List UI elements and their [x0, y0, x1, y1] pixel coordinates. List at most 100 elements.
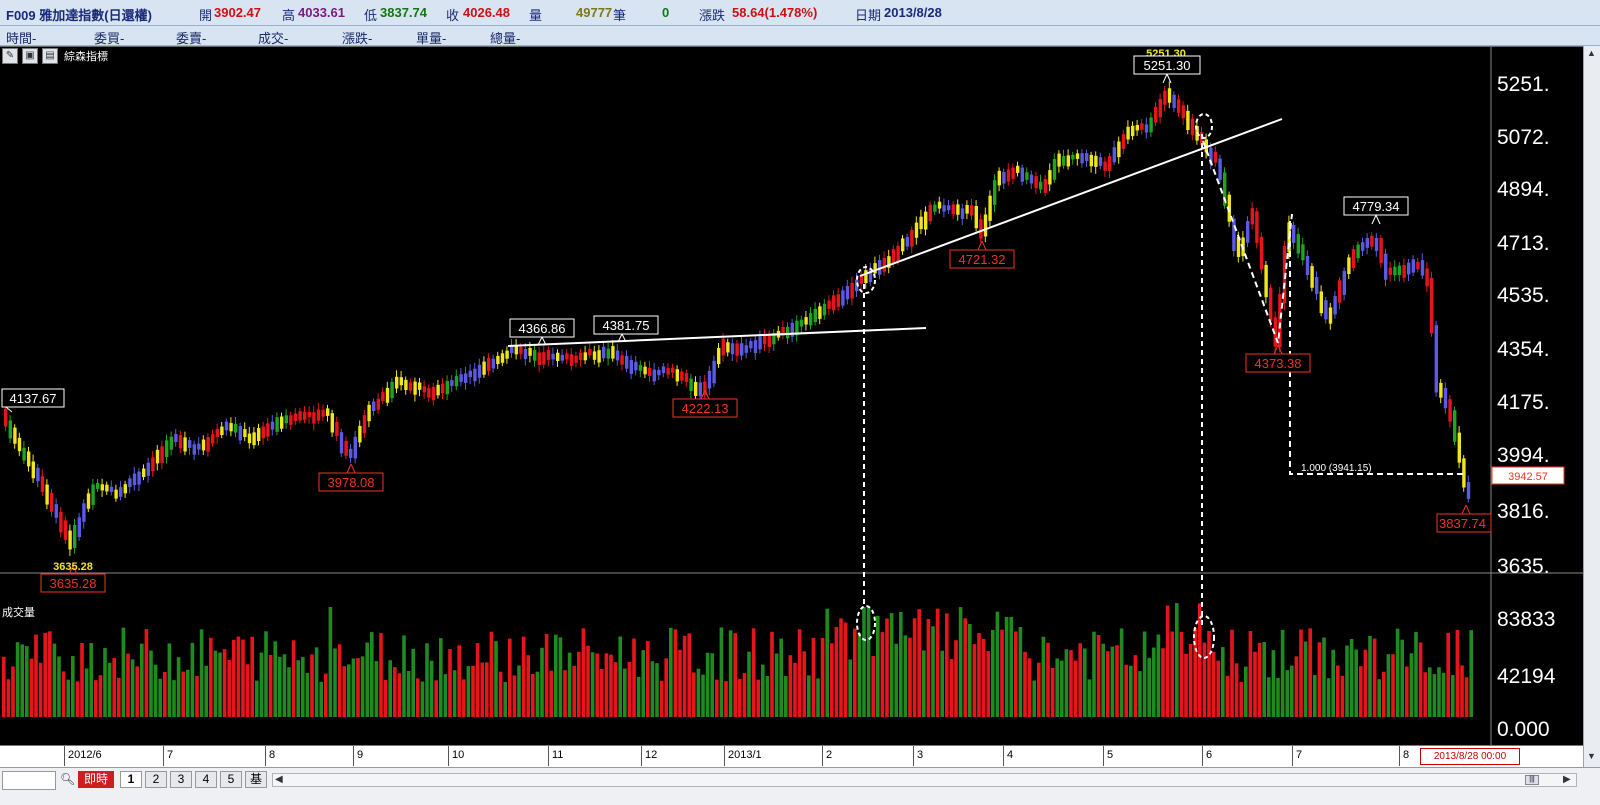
- candle-body: [22, 447, 26, 461]
- candle-body: [1370, 235, 1374, 247]
- menu-trade[interactable]: 成交-: [258, 28, 288, 47]
- kline-chart[interactable]: 4137.67 3635.28 3635.28 3978.08 4366.86 …: [0, 46, 1583, 745]
- scroll-right-icon[interactable]: ▶: [1563, 774, 1571, 785]
- candle-body: [1149, 117, 1153, 133]
- menu-unit-volume[interactable]: 單量-: [416, 28, 446, 47]
- candle-body: [523, 348, 528, 360]
- candle-body: [45, 484, 49, 505]
- candle-body: [381, 392, 385, 402]
- candle-body: [1011, 167, 1015, 179]
- volume-bar: [724, 681, 728, 717]
- candle-body: [1443, 388, 1448, 409]
- candle-body: [740, 343, 744, 356]
- candle-body: [390, 381, 394, 399]
- period-tab-1[interactable]: 1: [120, 771, 142, 788]
- volume-bar: [103, 647, 107, 717]
- volume-bar: [34, 634, 38, 717]
- volume-bar: [241, 639, 245, 717]
- scroll-thumb[interactable]: |||: [1525, 775, 1539, 785]
- candle-body: [1112, 147, 1116, 163]
- bottom-yellow-label: 3635.28: [53, 561, 93, 573]
- volume-value: 49777: [576, 5, 613, 20]
- candle-body: [408, 382, 413, 391]
- volume-bar: [590, 652, 595, 717]
- scroll-up-icon[interactable]: ▲: [1587, 48, 1596, 58]
- volume-bar: [1064, 649, 1069, 717]
- volume-bar: [153, 664, 158, 717]
- scroll-left-icon[interactable]: ◀: [275, 774, 283, 785]
- candle-body: [1158, 98, 1162, 118]
- volume-bar: [1290, 665, 1294, 717]
- time-axis-label: 12: [645, 749, 658, 761]
- volume-pane-label: 成交量: [2, 607, 35, 619]
- volume-bar: [968, 624, 972, 717]
- volume-bar: [301, 657, 305, 717]
- candle-body: [165, 440, 169, 458]
- candle-body: [675, 369, 679, 382]
- realtime-button[interactable]: 即時: [78, 771, 114, 788]
- volume-bar: [673, 629, 678, 717]
- search-icon[interactable]: 🔍︎: [60, 772, 75, 786]
- period-tab-2[interactable]: 2: [145, 771, 167, 788]
- volume-bar: [218, 652, 222, 717]
- book-icon[interactable]: ▤: [42, 48, 58, 64]
- scroll-down-icon[interactable]: ▼: [1587, 751, 1596, 761]
- candle-body: [8, 420, 12, 439]
- volume-bar: [1188, 644, 1193, 717]
- volume-bar: [1294, 656, 1299, 717]
- horizontal-scrollbar[interactable]: ◀ ||| ▶: [272, 773, 1577, 787]
- volume-bar: [29, 658, 34, 717]
- volume-bar: [135, 666, 139, 717]
- volume-bar: [347, 664, 351, 717]
- candle-body: [841, 290, 845, 306]
- menu-change[interactable]: 漲跌-: [342, 28, 372, 47]
- period-tab-4[interactable]: 4: [195, 771, 217, 788]
- candle-body: [832, 295, 836, 311]
- candle-body: [59, 511, 63, 533]
- symbol-search-input[interactable]: [2, 771, 56, 790]
- vertical-scrollbar[interactable]: ▲ ▼: [1583, 46, 1600, 767]
- volume-bar: [11, 666, 15, 717]
- candle-body: [1356, 244, 1360, 259]
- volume-bar: [715, 679, 719, 717]
- volume-bar: [351, 658, 356, 717]
- candle-body: [528, 348, 532, 356]
- pencil-icon[interactable]: ✎: [2, 48, 18, 64]
- candle-body: [850, 282, 854, 299]
- menu-bid[interactable]: 委買-: [94, 28, 124, 47]
- volume-bar: [1377, 679, 1381, 717]
- volume-bar: [310, 654, 314, 717]
- menu-total-volume[interactable]: 總量-: [490, 28, 520, 47]
- candle-body: [418, 382, 422, 390]
- volume-bar: [641, 650, 645, 717]
- candle-body: [970, 205, 974, 216]
- volume-bar: [213, 650, 218, 717]
- volume-bar: [1313, 675, 1317, 717]
- menu-time[interactable]: 時間-: [6, 28, 36, 47]
- candle-body: [1246, 221, 1250, 243]
- volume-bar: [227, 660, 231, 717]
- candle-body: [1057, 153, 1061, 167]
- volume-bar: [1326, 678, 1331, 717]
- volume-bar: [255, 680, 259, 717]
- candle-body: [1259, 236, 1264, 270]
- volume-bar: [517, 665, 521, 717]
- period-tab-5[interactable]: 5: [220, 771, 242, 788]
- candle-body: [717, 348, 721, 365]
- volume-bar: [397, 673, 402, 717]
- candle-body: [436, 384, 440, 396]
- volume-bar: [912, 618, 917, 717]
- volume-bar: [595, 653, 599, 717]
- volume-bar: [885, 618, 889, 717]
- volume-bar: [1014, 631, 1018, 717]
- svg-text:3635.28: 3635.28: [50, 576, 97, 591]
- menu-ask[interactable]: 委賣-: [176, 28, 206, 47]
- candle-body: [487, 358, 491, 371]
- volume-bar: [586, 645, 590, 717]
- volume-bar: [1083, 648, 1087, 717]
- period-tab-base[interactable]: 基: [245, 771, 267, 788]
- period-tab-3[interactable]: 3: [170, 771, 192, 788]
- volume-bar: [1446, 632, 1450, 717]
- volume-bar: [577, 651, 581, 717]
- monitor-icon[interactable]: ▣: [22, 48, 38, 64]
